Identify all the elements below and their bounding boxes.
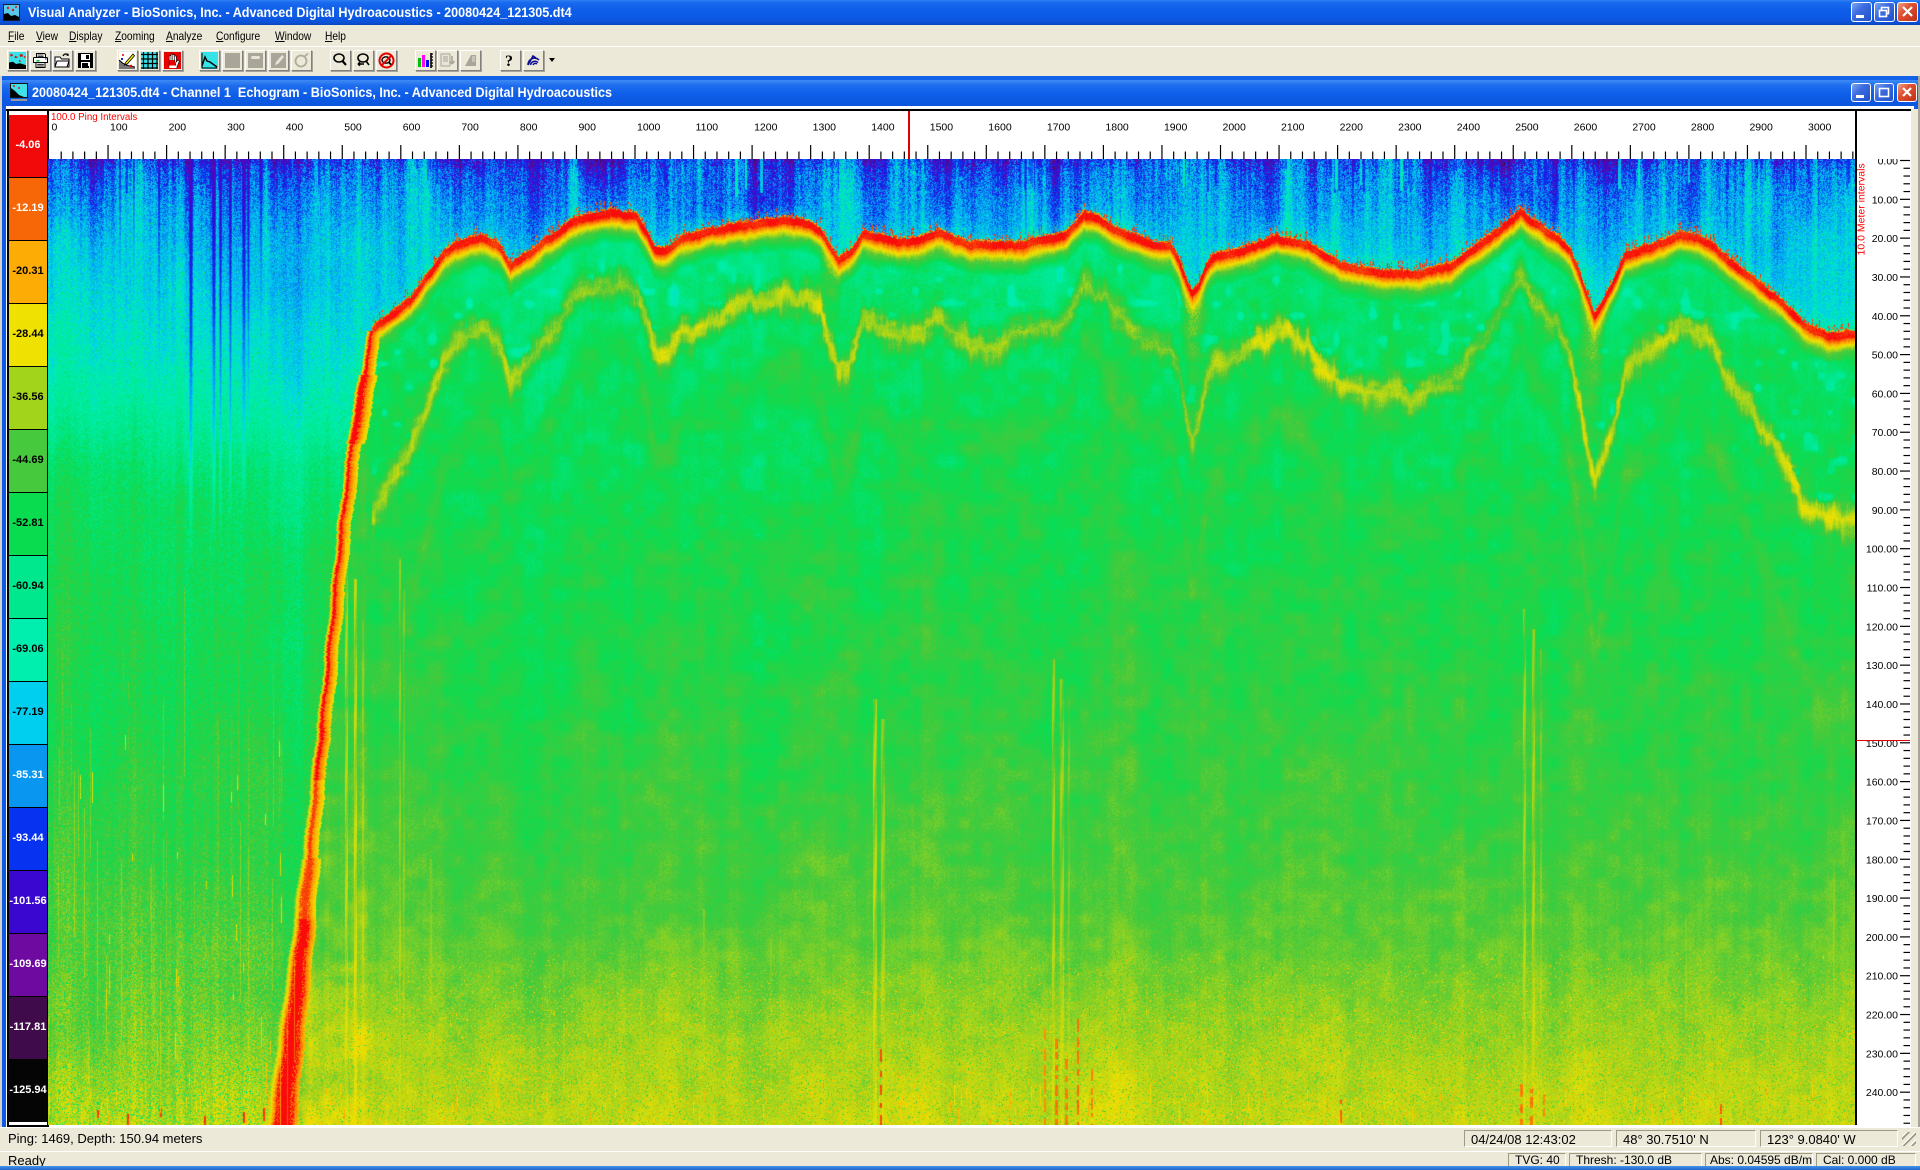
svg-text:130.00: 130.00: [1866, 660, 1898, 672]
svg-text:200.00: 200.00: [1866, 932, 1898, 944]
svg-text:110.00: 110.00: [1867, 583, 1898, 595]
svg-text:700: 700: [461, 122, 479, 134]
svg-text:170.00: 170.00: [1866, 815, 1898, 827]
svg-text:2300: 2300: [1398, 122, 1422, 134]
svg-text:190.00: 190.00: [1866, 893, 1898, 905]
svg-text:180.00: 180.00: [1866, 854, 1898, 866]
svg-text:20.00: 20.00: [1872, 233, 1898, 245]
svg-text:2800: 2800: [1691, 122, 1715, 134]
svg-text:60.00: 60.00: [1872, 388, 1898, 400]
svg-text:3000: 3000: [1808, 122, 1832, 134]
svg-text:30.00: 30.00: [1872, 272, 1898, 284]
svg-text:1400: 1400: [871, 122, 895, 134]
svg-text:500: 500: [344, 122, 362, 134]
svg-text:600: 600: [403, 122, 421, 134]
svg-text:120.00: 120.00: [1866, 621, 1898, 633]
svg-text:40.00: 40.00: [1872, 311, 1898, 323]
svg-text:1500: 1500: [930, 122, 954, 134]
svg-text:2500: 2500: [1515, 122, 1539, 134]
svg-text:210.00: 210.00: [1866, 971, 1898, 983]
svg-text:90.00: 90.00: [1872, 505, 1898, 517]
svg-text:2200: 2200: [1340, 122, 1364, 134]
svg-text:2000: 2000: [1223, 122, 1247, 134]
svg-text:1700: 1700: [1047, 122, 1071, 134]
svg-text:?: ?: [505, 53, 513, 69]
svg-text:100: 100: [110, 122, 128, 134]
svg-text:2900: 2900: [1749, 122, 1773, 134]
svg-text:230.00: 230.00: [1866, 1048, 1898, 1060]
svg-text:1600: 1600: [988, 122, 1012, 134]
svg-text:80.00: 80.00: [1872, 466, 1898, 478]
svg-text:400: 400: [286, 122, 304, 134]
svg-text:160.00: 160.00: [1866, 777, 1898, 789]
svg-text:1200: 1200: [754, 122, 778, 134]
svg-text:1300: 1300: [813, 122, 837, 134]
svg-text:300: 300: [227, 122, 245, 134]
svg-text:10.00: 10.00: [1872, 194, 1898, 206]
svg-text:1800: 1800: [1105, 122, 1129, 134]
svg-text:2100: 2100: [1281, 122, 1305, 134]
svg-text:100.00: 100.00: [1866, 544, 1898, 556]
svg-text:1100: 1100: [696, 122, 719, 134]
svg-text:240.00: 240.00: [1866, 1087, 1898, 1099]
svg-text:70.00: 70.00: [1872, 427, 1898, 439]
svg-text:1000: 1000: [637, 122, 661, 134]
svg-text:220.00: 220.00: [1866, 1010, 1898, 1022]
svg-text:140.00: 140.00: [1866, 699, 1898, 711]
svg-text:800: 800: [520, 122, 538, 134]
svg-text:2600: 2600: [1574, 122, 1598, 134]
svg-text:900: 900: [578, 122, 596, 134]
svg-text:0.00: 0.00: [1878, 159, 1899, 168]
svg-text:0: 0: [52, 122, 58, 134]
svg-text:2400: 2400: [1457, 122, 1481, 134]
svg-text:1900: 1900: [1164, 122, 1188, 134]
svg-text:200: 200: [169, 122, 187, 134]
svg-text:2700: 2700: [1632, 122, 1656, 134]
svg-text:50.00: 50.00: [1872, 350, 1898, 362]
